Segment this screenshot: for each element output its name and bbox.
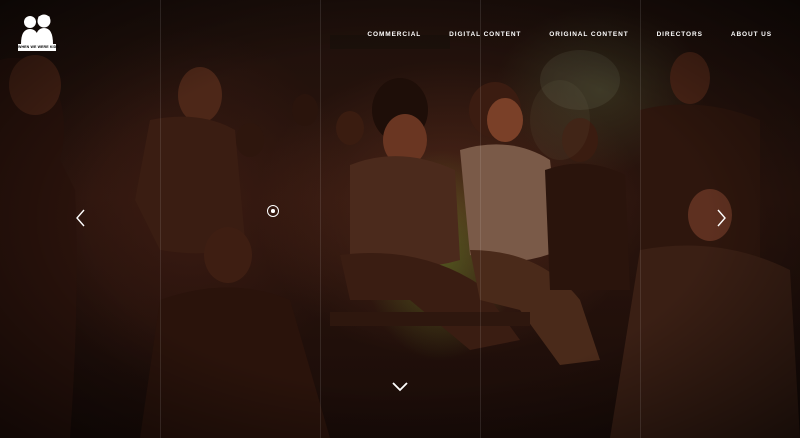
two-children-silhouette-icon [21,14,53,44]
nav-original-content[interactable]: ORIGINAL CONTENT [549,28,628,42]
main-navigation: COMMERCIAL DIGITAL CONTENT ORIGINAL CONT… [339,28,772,42]
grid-line [480,0,481,438]
slide-indicator-dot[interactable] [267,205,279,217]
chevron-down-icon [392,382,408,392]
nav-digital-content[interactable]: DIGITAL CONTENT [449,28,521,42]
nav-directors[interactable]: DIRECTORS [657,28,703,42]
grid-line [320,0,321,438]
scroll-down-button[interactable] [390,380,410,394]
previous-slide-button[interactable] [74,207,88,229]
chevron-right-icon [717,209,726,227]
grid-line [640,0,641,438]
grid-line [160,0,161,438]
nav-commercial[interactable]: COMMERCIAL [367,28,421,42]
nav-about-us[interactable]: ABOUT US [731,28,772,42]
hero-background-image [0,0,800,438]
chevron-left-icon [76,209,85,227]
logo-text: WHEN WE WERE KIDS [18,44,59,51]
hero-scene-illustration [0,0,800,438]
brand-logo[interactable]: WHEN WE WERE KIDS [18,14,59,54]
next-slide-button[interactable] [714,207,728,229]
